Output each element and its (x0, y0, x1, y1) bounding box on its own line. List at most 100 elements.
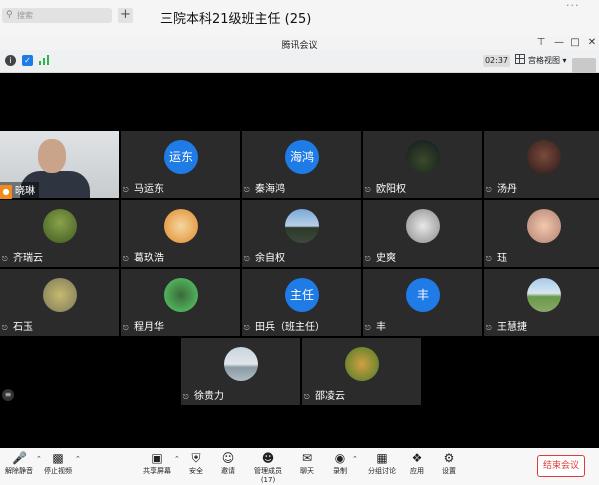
info-icon[interactable]: i (5, 55, 16, 66)
participant-tile[interactable]: ⎋ 徐贵力 (181, 338, 300, 405)
participant-tile[interactable]: ⎋ 余自权 (242, 200, 361, 267)
grid-view-button[interactable]: 宫格视图 ▾ (515, 54, 575, 68)
settings-button[interactable]: ⚙ 设置 (432, 451, 466, 476)
chat-label: 聊天 (300, 467, 314, 475)
participant-tile[interactable]: ⎋ 史爽 (363, 200, 482, 267)
maximize-button[interactable]: □ (568, 37, 582, 48)
mic-muted-icon: ⎋ (123, 324, 129, 332)
mic-icon: 🎤 (12, 451, 27, 465)
participant-tile[interactable]: ⎋ 汤丹 (484, 131, 599, 198)
list-toggle-icon[interactable]: ≡ (2, 389, 14, 401)
share-label: 共享屏幕 (143, 467, 171, 475)
participant-tile[interactable]: ⎋ 欧阳权 (363, 131, 482, 198)
meeting-timer: 02:37 (483, 55, 510, 67)
close-button[interactable]: ✕ (585, 37, 599, 48)
participant-tile[interactable]: ⎋ 齐瑞云 (0, 200, 119, 267)
participant-tile[interactable]: ⎋ 邵凌云 (302, 338, 421, 405)
mic-muted-icon: ⎋ (123, 186, 129, 194)
participant-name: 史爽 (376, 253, 396, 264)
mic-muted-icon: ⎋ (244, 255, 250, 263)
participant-name-row: ⎋ 程月华 (123, 318, 164, 333)
chat-title: 三院本科21级班主任 (25) (160, 12, 312, 27)
participant-name-row: ⎋ 马运东 (123, 180, 164, 195)
breakout-button[interactable]: ▦ 分组讨论 (365, 451, 399, 476)
participant-name: 王慧捷 (497, 322, 527, 333)
participant-name: 葛玖浩 (134, 253, 164, 264)
meeting-toolbar: 🎤 解除静音 ⌃ ▩ 停止视频 ⌃ ▣ 共享屏幕 ⌃ ⛨ 安全 ☺ 邀请 ☻ 管理成员(17… (0, 448, 599, 485)
participant-tile[interactable]: 运东 ⎋ 马运东 (121, 131, 240, 198)
minimize-button[interactable]: — (552, 37, 566, 48)
participant-tile[interactable]: 主任 ⎋ 田兵（班主任） (242, 269, 361, 336)
mic-muted-icon: ⎋ (244, 324, 250, 332)
pin-icon[interactable]: ⊤ (534, 37, 548, 48)
mic-muted-icon: ⎋ (365, 255, 371, 263)
mic-muted-icon: ⎋ (183, 393, 189, 401)
more-options-button[interactable]: ... (566, 0, 580, 9)
participant-name-badge: ● 晓琳 (0, 182, 39, 199)
mic-muted-icon: ⎋ (2, 255, 8, 263)
chevron-up-icon[interactable]: ⌃ (75, 455, 81, 463)
breakout-label: 分组讨论 (368, 467, 396, 475)
shield-icon[interactable]: ✓ (22, 55, 33, 66)
unmute-label: 解除静音 (5, 467, 33, 475)
participant-tile[interactable]: ⎋ 程月华 (121, 269, 240, 336)
meeting-info-bar: i ✓ 02:37 宫格视图 ▾ (0, 50, 599, 73)
mic-muted-icon: ⎋ (486, 186, 492, 194)
members-icon: ☻ (261, 451, 275, 465)
participant-name: 晓琳 (15, 186, 35, 197)
camera-icon: ▩ (52, 451, 64, 465)
participant-avatar (43, 209, 77, 243)
participant-tile[interactable]: 丰 ⎋ 丰 (363, 269, 482, 336)
unmute-button[interactable]: 🎤 解除静音 (2, 451, 36, 476)
stop-video-button[interactable]: ▩ 停止视频 (41, 451, 75, 476)
host-icon: ● (0, 185, 12, 199)
participant-name: 齐瑞云 (13, 253, 43, 264)
end-meeting-button[interactable]: 结束会议 (537, 455, 585, 477)
chat-button[interactable]: ✉ 聊天 (290, 451, 324, 476)
participant-name-row: ⎋ 徐贵力 (183, 387, 224, 402)
add-user-icon: ☺ (221, 451, 235, 465)
signal-icon[interactable] (39, 55, 49, 65)
mic-muted-icon: ⎋ (486, 324, 492, 332)
participant-tile[interactable]: ⎋ 珏 (484, 200, 599, 267)
invite-button[interactable]: ☺ 邀请 (211, 451, 245, 476)
add-chat-button[interactable]: + (118, 8, 133, 23)
participant-name-row: ⎋ 石玉 (2, 318, 33, 333)
participant-name: 徐贵力 (194, 391, 224, 402)
members-label: 管理成员(17) (254, 467, 282, 484)
participant-tile[interactable]: ⎋ 石玉 (0, 269, 119, 336)
participant-name-row: ⎋ 田兵（班主任） (244, 318, 325, 333)
participant-avatar (43, 278, 77, 312)
participant-avatar (527, 278, 561, 312)
participant-name: 珏 (497, 253, 507, 264)
manage-members-button[interactable]: ☻ 管理成员(17) (248, 451, 288, 484)
meeting-titlebar: 腾讯会议 ⊤ — □ ✕ (0, 36, 599, 51)
participant-tile[interactable]: 海鸿 ⎋ 秦海鸿 (242, 131, 361, 198)
apps-button[interactable]: ❖ 应用 (400, 451, 434, 476)
record-icon: ◉ (334, 451, 346, 465)
meeting-window: 腾讯会议 ⊤ — □ ✕ i ✓ 02:37 宫格视图 ▾ ● 晓琳 运东 ⎋ 马运… (0, 36, 599, 485)
share-screen-button[interactable]: ▣ 共享屏幕 (140, 451, 174, 476)
breakout-icon: ▦ (376, 451, 388, 465)
participant-avatar (406, 209, 440, 243)
mic-muted-icon: ⎋ (304, 393, 310, 401)
participant-avatar (224, 347, 258, 381)
participant-tile[interactable]: ⎋ 葛玖浩 (121, 200, 240, 267)
mic-muted-icon: ⎋ (486, 255, 492, 263)
participant-name: 欧阳权 (376, 184, 406, 195)
participant-avatar: 运东 (164, 140, 198, 174)
chevron-up-icon[interactable]: ⌃ (352, 455, 358, 463)
search-input[interactable]: ⚲ 搜索 (2, 8, 112, 23)
participant-name: 邵凌云 (315, 391, 345, 402)
participant-tile[interactable]: ⎋ 王慧捷 (484, 269, 599, 336)
apps-icon: ❖ (411, 451, 423, 465)
chevron-down-icon: ▾ (562, 56, 567, 65)
participant-name-row: ⎋ 王慧捷 (486, 318, 527, 333)
security-button[interactable]: ⛨ 安全 (179, 451, 213, 476)
participant-tile-self[interactable]: ● 晓琳 (0, 131, 119, 199)
stop-video-label: 停止视频 (44, 467, 72, 475)
participant-name-row: ⎋ 史爽 (365, 249, 396, 264)
participant-avatar (285, 209, 319, 243)
participant-name-row: ⎋ 秦海鸿 (244, 180, 285, 195)
participant-name: 田兵（班主任） (255, 322, 325, 333)
